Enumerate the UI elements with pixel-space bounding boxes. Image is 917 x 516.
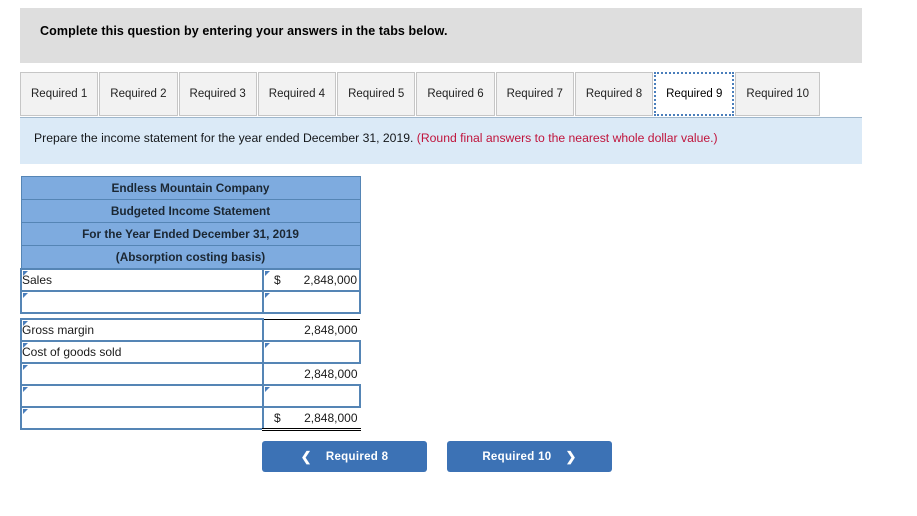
statement-value-text: 2,848,000	[304, 367, 358, 381]
tab-required-3[interactable]: Required 3	[178, 72, 257, 116]
banner-instruction-text: Complete this question by entering your …	[40, 24, 448, 38]
tab-label: Required 1	[31, 88, 88, 100]
dropdown-marker-icon	[23, 321, 28, 326]
dropdown-marker-icon	[23, 365, 28, 370]
chevron-left-icon: ❮	[300, 449, 312, 464]
statement-header-row: Budgeted Income Statement	[20, 199, 361, 223]
statement-title-line-3: For the Year Ended December 31, 2019	[20, 222, 361, 246]
previous-requirement-button[interactable]: ❮ Required 8	[262, 441, 427, 472]
tab-required-10[interactable]: Required 10	[735, 72, 821, 116]
requirement-tabs: Required 1 Required 2 Required 3 Required 4…	[20, 72, 845, 116]
tab-required-1[interactable]: Required 1	[20, 72, 99, 116]
tab-required-5[interactable]: Required 5	[337, 72, 416, 116]
statement-row: 2,848,000	[20, 362, 361, 386]
dropdown-marker-icon	[23, 409, 28, 414]
dropdown-marker-icon	[23, 343, 28, 348]
statement-label-input[interactable]	[20, 406, 264, 430]
statement-label-input[interactable]: Sales	[20, 268, 264, 292]
instructions-rounding-note: (Round final answers to the nearest whol…	[416, 131, 718, 145]
statement-value-text: 2,848,000	[303, 273, 357, 287]
statement-label-input[interactable]: Gross margin	[20, 318, 264, 342]
dropdown-marker-icon	[265, 271, 270, 276]
statement-header-row: For the Year Ended December 31, 2019	[20, 222, 361, 246]
statement-header-row: Endless Mountain Company	[20, 176, 361, 200]
statement-value-text: 2,848,000	[304, 410, 358, 425]
statement-value-input[interactable]	[262, 340, 361, 364]
previous-requirement-label: Required 8	[325, 450, 389, 463]
dropdown-marker-icon	[23, 293, 28, 298]
statement-row: Gross margin 2,848,000	[20, 318, 361, 342]
statement-value-input[interactable]	[262, 290, 361, 314]
dropdown-marker-icon	[265, 293, 270, 298]
statement-value-computed: 2,848,000	[262, 362, 361, 386]
tab-required-2[interactable]: Required 2	[99, 72, 178, 116]
statement-row	[20, 290, 361, 314]
currency-symbol: $	[274, 410, 281, 425]
statement-row	[20, 384, 361, 408]
chevron-right-icon: ❯	[565, 449, 577, 464]
next-requirement-button[interactable]: Required 10 ❯	[447, 441, 612, 472]
tab-label: Required 10	[746, 88, 810, 100]
tab-label: Required 6	[427, 88, 484, 100]
tab-required-4[interactable]: Required 4	[257, 72, 337, 116]
statement-value-input[interactable]: $2,848,000	[262, 268, 361, 292]
tab-label: Required 8	[585, 88, 643, 100]
tab-label: Required 4	[268, 88, 326, 100]
statement-label-text: Gross margin	[22, 323, 95, 337]
question-banner: Complete this question by entering your …	[20, 8, 862, 63]
statement-label-input[interactable]: Cost of goods sold	[20, 340, 264, 364]
statement-header-row: (Absorption costing basis)	[20, 245, 361, 270]
tab-required-7[interactable]: Required 7	[495, 72, 574, 116]
statement-row: Cost of goods sold	[20, 340, 361, 364]
next-requirement-label: Required 10	[482, 450, 552, 463]
dropdown-marker-icon	[265, 387, 270, 392]
tab-required-6[interactable]: Required 6	[416, 72, 495, 116]
dropdown-marker-icon	[265, 343, 270, 348]
tab-required-8[interactable]: Required 8	[574, 72, 654, 116]
tab-label: Required 3	[189, 88, 246, 100]
tab-label: Required 2	[110, 88, 167, 100]
tab-label: Required 7	[506, 88, 563, 100]
instructions-panel: Prepare the income statement for the yea…	[20, 117, 862, 164]
statement-title-line-2: Budgeted Income Statement	[20, 199, 361, 223]
statement-label-input[interactable]	[20, 362, 264, 386]
dropdown-marker-icon	[23, 271, 28, 276]
statement-row: $2,848,000	[20, 406, 361, 431]
statement-value-input[interactable]	[262, 384, 361, 408]
statement-label-input[interactable]	[20, 290, 264, 314]
statement-label-text: Cost of goods sold	[22, 345, 122, 359]
tab-label: Required 5	[348, 88, 405, 100]
instructions-main-text: Prepare the income statement for the yea…	[34, 131, 417, 145]
tab-required-9[interactable]: Required 9	[654, 72, 735, 116]
statement-title-line-4: (Absorption costing basis)	[20, 245, 361, 270]
tab-label: Required 9	[666, 88, 723, 100]
budgeted-income-statement-table: Endless Mountain Company Budgeted Income …	[20, 176, 361, 431]
statement-label-input[interactable]	[20, 384, 264, 408]
statement-row: Sales $2,848,000	[20, 268, 361, 292]
statement-value-computed: 2,848,000	[262, 318, 361, 342]
dropdown-marker-icon	[23, 387, 28, 392]
tab-navigation: ❮ Required 8 Required 10 ❯	[262, 441, 682, 472]
statement-value-text: 2,848,000	[304, 322, 358, 337]
statement-title-line-1: Endless Mountain Company	[20, 176, 361, 200]
statement-value-total: $2,848,000	[262, 406, 361, 431]
